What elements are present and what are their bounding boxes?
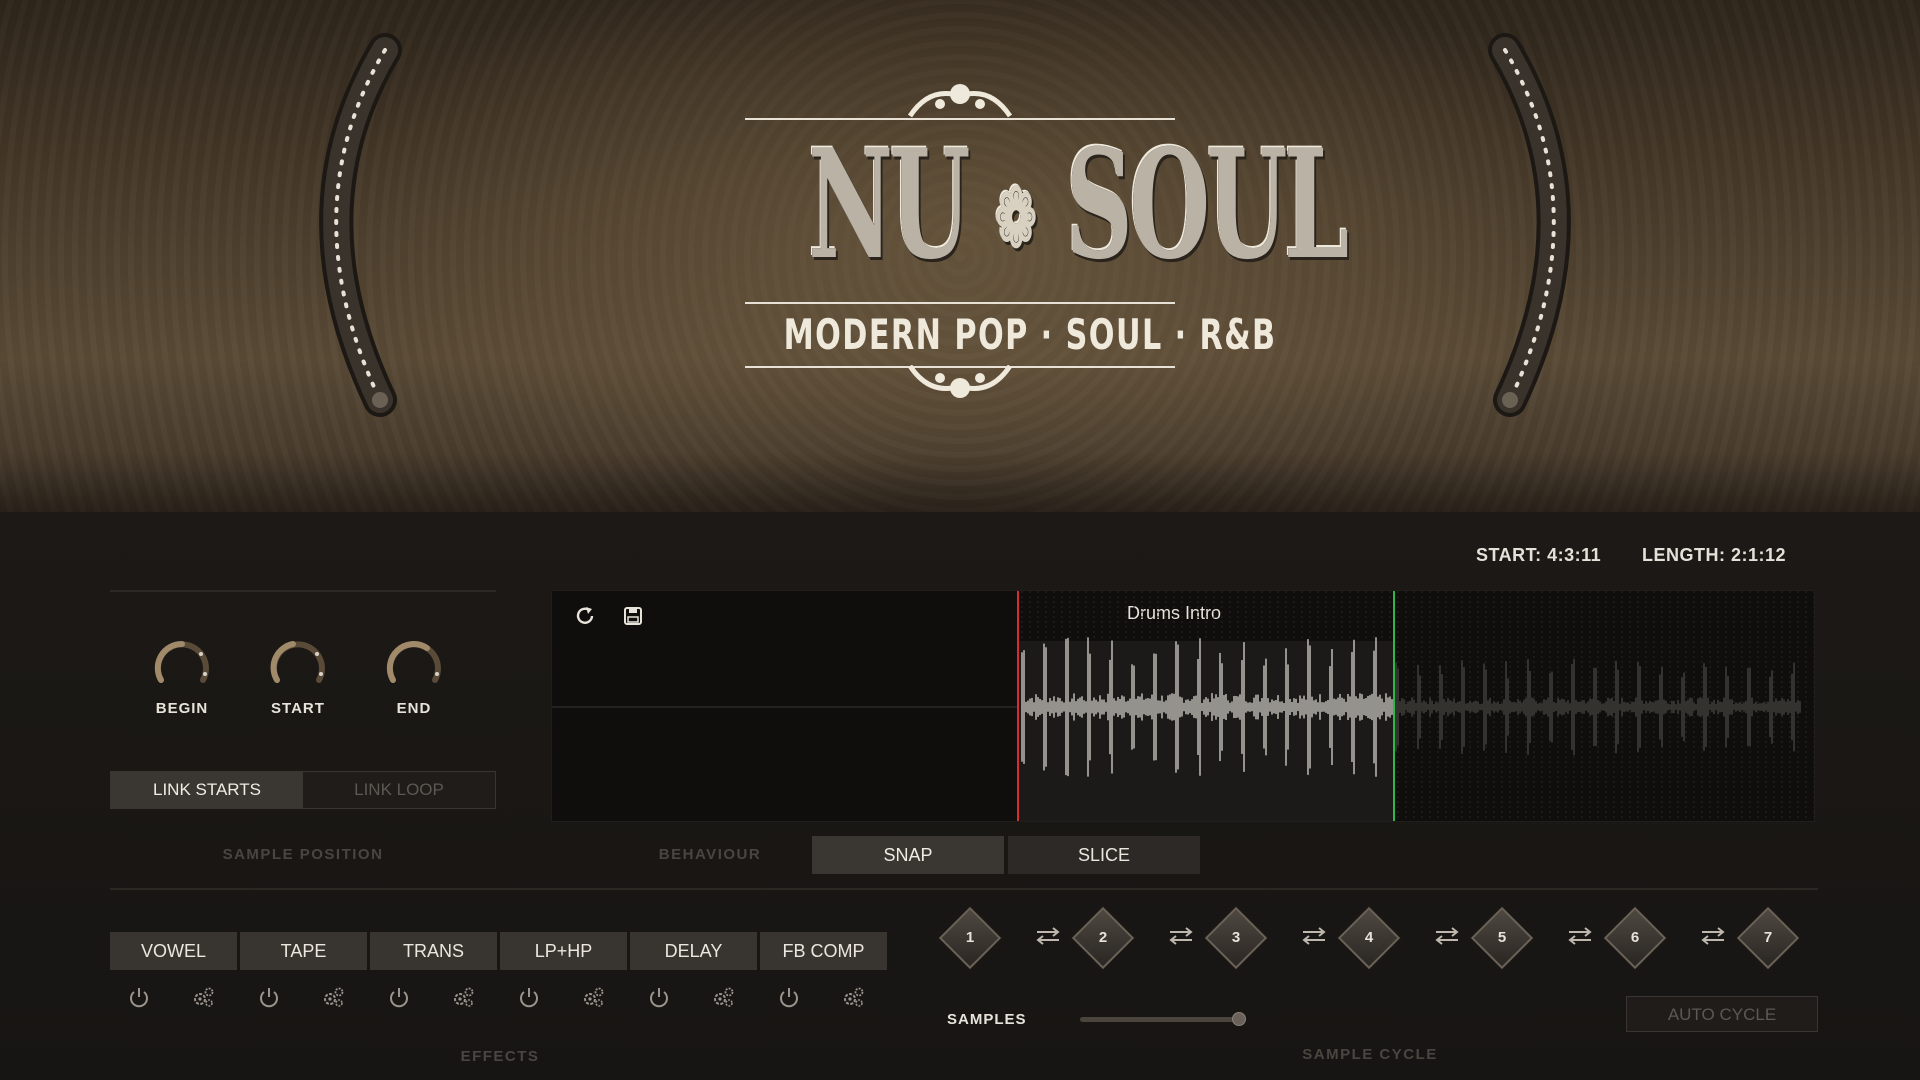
sample-slot-3[interactable]: 3 bbox=[1204, 906, 1268, 970]
snap-button[interactable]: SNAP bbox=[812, 836, 1004, 874]
sample-slot-number: 6 bbox=[1630, 929, 1640, 946]
sample-slot-5[interactable]: 5 bbox=[1470, 906, 1534, 970]
link-loop-button[interactable]: LINK LOOP bbox=[303, 772, 495, 808]
fx-lphp-button[interactable]: LP+HP bbox=[500, 932, 627, 970]
auto-cycle-button[interactable]: AUTO CYCLE bbox=[1626, 996, 1818, 1032]
sample-slot-number: 5 bbox=[1497, 929, 1507, 946]
sample-slot-number: 2 bbox=[1098, 929, 1108, 946]
swap-arrows-icon[interactable] bbox=[1035, 926, 1061, 946]
fx-trans-button[interactable]: TRANS bbox=[370, 932, 497, 970]
fx-tape-button[interactable]: TAPE bbox=[240, 932, 367, 970]
fx-fbcomp-button[interactable]: FB COMP bbox=[760, 932, 887, 970]
end-knob-label: END bbox=[396, 700, 432, 717]
bottom-ornament-icon bbox=[907, 364, 1013, 398]
samples-label: SAMPLES bbox=[947, 1011, 1027, 1028]
logo-rule-middle bbox=[745, 302, 1175, 304]
gears-icon[interactable] bbox=[710, 984, 736, 1010]
slice-button[interactable]: SLICE bbox=[1008, 836, 1200, 874]
swap-arrows-icon[interactable] bbox=[1434, 926, 1460, 946]
effects-row: VOWEL TAPE TRANS LP+HP DELAY FB COMP bbox=[110, 932, 890, 970]
sample-slot-7[interactable]: 7 bbox=[1736, 906, 1800, 970]
swap-arrows-icon[interactable] bbox=[1168, 926, 1194, 946]
nu-soul-logo: NU ❁ SOUL MODERN POP · SOUL · R&B bbox=[715, 70, 1349, 420]
start-knob-label: START bbox=[271, 700, 325, 717]
selection-region bbox=[1018, 641, 1394, 821]
samples-slider-track[interactable] bbox=[1080, 1017, 1246, 1022]
swap-arrows-icon[interactable] bbox=[1567, 926, 1593, 946]
sample-cycle-label: SAMPLE CYCLE bbox=[1302, 1046, 1438, 1063]
sample-slot-1[interactable]: 1 bbox=[938, 906, 1002, 970]
sample-cycle-row: 1 2 3 4 5 6 7 bbox=[938, 906, 1820, 970]
group-divider bbox=[110, 590, 496, 592]
start-knob[interactable]: START bbox=[258, 634, 338, 717]
start-readout: START: 4:3:11 bbox=[1476, 545, 1602, 565]
gears-icon[interactable] bbox=[840, 984, 866, 1010]
power-icon[interactable] bbox=[516, 984, 542, 1010]
sample-slot-number: 1 bbox=[965, 929, 975, 946]
sample-slot-2[interactable]: 2 bbox=[1071, 906, 1135, 970]
sample-slot-number: 3 bbox=[1231, 929, 1241, 946]
effects-label: EFFECTS bbox=[460, 1048, 540, 1065]
waveform-display[interactable]: Drums Intro bbox=[551, 590, 1815, 822]
gears-icon[interactable] bbox=[320, 984, 346, 1010]
waveform-canvas bbox=[552, 591, 1814, 821]
power-icon[interactable] bbox=[776, 984, 802, 1010]
top-ornament-icon bbox=[907, 84, 1013, 118]
swap-arrows-icon[interactable] bbox=[1700, 926, 1726, 946]
power-icon[interactable] bbox=[256, 984, 282, 1010]
swap-arrows-icon[interactable] bbox=[1301, 926, 1327, 946]
samples-slider[interactable] bbox=[1080, 1012, 1246, 1026]
sample-slot-number: 7 bbox=[1763, 929, 1773, 946]
link-toggle-group: LINK STARTS LINK LOOP bbox=[110, 771, 496, 809]
behaviour-label: BEHAVIOUR bbox=[658, 846, 762, 863]
power-icon[interactable] bbox=[126, 984, 152, 1010]
begin-knob[interactable]: BEGIN bbox=[142, 634, 222, 717]
length-readout: LENGTH: 2:1:12 bbox=[1642, 545, 1787, 565]
gears-icon[interactable] bbox=[190, 984, 216, 1010]
logo-title: NU ❁ SOUL bbox=[808, 117, 1349, 293]
gears-icon[interactable] bbox=[450, 984, 476, 1010]
sample-position-label: SAMPLE POSITION bbox=[222, 846, 384, 863]
section-divider bbox=[110, 888, 1818, 890]
sample-slot-4[interactable]: 4 bbox=[1337, 906, 1401, 970]
fx-delay-button[interactable]: DELAY bbox=[630, 932, 757, 970]
power-icon[interactable] bbox=[646, 984, 672, 1010]
begin-knob-label: BEGIN bbox=[155, 700, 209, 717]
gears-icon[interactable] bbox=[580, 984, 606, 1010]
sample-slot-6[interactable]: 6 bbox=[1603, 906, 1667, 970]
logo-subtitle: MODERN POP · SOUL · R&B bbox=[783, 310, 1277, 359]
behaviour-toggle-group: SNAP SLICE bbox=[812, 836, 1204, 874]
fx-vowel-button[interactable]: VOWEL bbox=[110, 932, 237, 970]
end-knob-dial[interactable] bbox=[379, 634, 449, 694]
start-knob-dial[interactable] bbox=[263, 634, 333, 694]
right-arc-meter bbox=[1488, 33, 1571, 417]
begin-knob-dial[interactable] bbox=[147, 634, 217, 694]
power-icon[interactable] bbox=[386, 984, 412, 1010]
sample-slot-number: 4 bbox=[1364, 929, 1374, 946]
samples-slider-handle[interactable] bbox=[1232, 1012, 1246, 1026]
left-arc-meter bbox=[319, 33, 402, 417]
end-knob[interactable]: END bbox=[374, 634, 454, 717]
header-banner: NU ❁ SOUL MODERN POP · SOUL · R&B bbox=[0, 0, 1920, 512]
link-starts-button[interactable]: LINK STARTS bbox=[111, 772, 303, 808]
